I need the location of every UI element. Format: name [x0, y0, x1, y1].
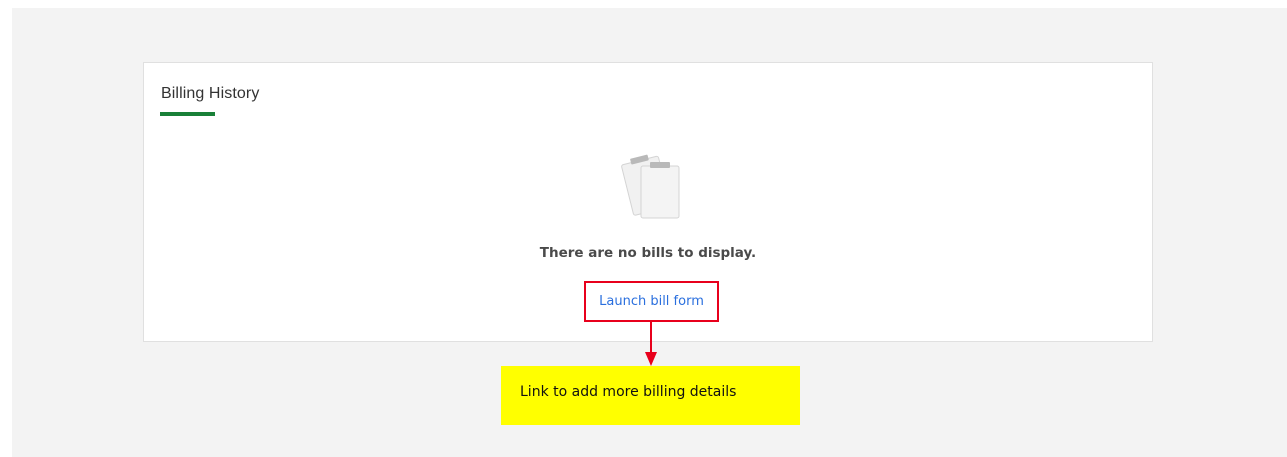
annotation-arrow-line — [650, 322, 652, 354]
annotation-highlight-box: Launch bill form — [584, 281, 719, 322]
empty-state-message: There are no bills to display. — [539, 245, 757, 261]
clipboard-stack-icon — [610, 146, 686, 220]
annotation-callout: Link to add more billing details — [501, 366, 800, 425]
card-title: Billing History — [161, 85, 260, 102]
annotation-arrow-head — [645, 352, 657, 366]
annotation-text: Link to add more billing details — [520, 384, 737, 400]
launch-bill-form-link[interactable]: Launch bill form — [599, 294, 704, 309]
title-underline — [160, 112, 215, 116]
